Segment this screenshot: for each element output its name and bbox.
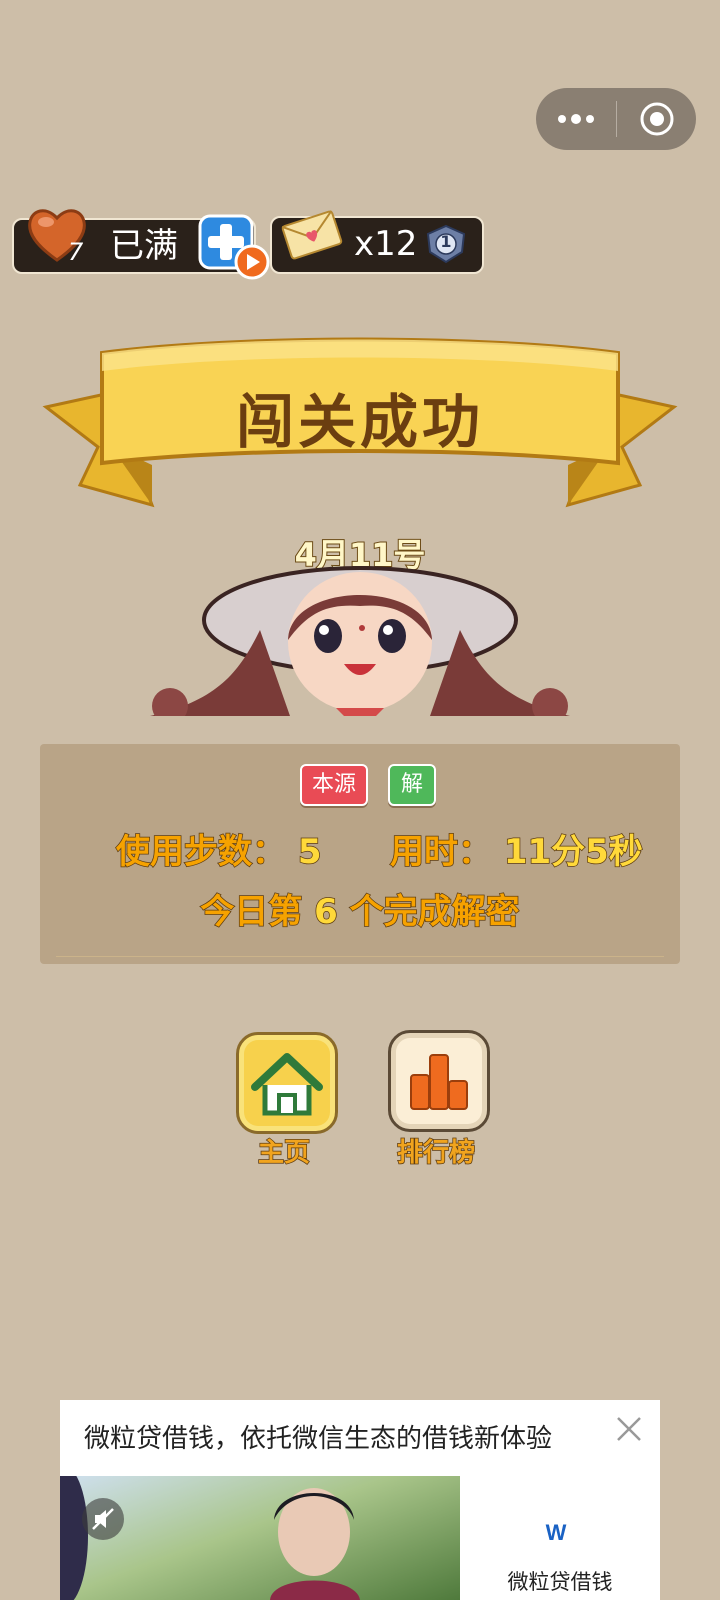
svg-text:W: W xyxy=(546,1520,567,1545)
source-tag[interactable]: 本源 xyxy=(300,764,368,806)
wechat-loan-logo-icon: W xyxy=(546,1520,567,1545)
level-badge: 1 xyxy=(424,224,468,264)
ad-brand-name[interactable]: 微粒贷借钱 xyxy=(470,1566,650,1596)
ad-close-button[interactable] xyxy=(614,1414,644,1444)
time-value: 11分5秒 xyxy=(503,831,643,873)
level-number: 1 xyxy=(440,232,452,251)
today-value: 6 xyxy=(313,891,338,933)
mute-button[interactable] xyxy=(82,1498,124,1540)
time-label: 用时： xyxy=(389,831,493,873)
leaderboard-icon xyxy=(410,1054,468,1110)
envelope-icon xyxy=(281,210,343,260)
ad-title[interactable]: 微粒贷借钱，依托微信生态的借钱新体验 xyxy=(84,1418,552,1455)
close-mini-program-button[interactable] xyxy=(617,88,696,150)
steps-value: 5 xyxy=(297,831,322,873)
mini-program-capsule xyxy=(536,88,696,150)
target-circle-icon xyxy=(640,102,673,136)
girl-character-illustration xyxy=(150,566,570,716)
today-prefix: 今日第 xyxy=(200,891,304,933)
panel-divider xyxy=(56,956,664,957)
more-menu-button[interactable] xyxy=(536,88,616,150)
mute-icon xyxy=(92,1508,114,1530)
solution-tag[interactable]: 解 xyxy=(388,764,436,806)
mail-count: x12 xyxy=(354,224,418,264)
close-icon xyxy=(617,1417,641,1441)
home-label: 主页 xyxy=(257,1137,311,1169)
add-lives-button[interactable] xyxy=(198,214,270,280)
steps-stat: 使用步数： 5 xyxy=(115,824,322,873)
banner-title: 闯关成功 xyxy=(235,388,484,456)
leaderboard-button[interactable] xyxy=(388,1030,490,1132)
ad-banner[interactable]: 微粒贷借钱，依托微信生态的借钱新体验 W 微粒贷借钱 xyxy=(60,1400,660,1600)
today-rank-stat: 今日第 6 个完成解密 xyxy=(40,884,680,933)
time-stat: 用时： 11分5秒 xyxy=(389,824,643,873)
today-suffix: 个完成解密 xyxy=(349,891,521,933)
lives-status-bar: 7 已满 xyxy=(12,209,270,280)
mail-status-bar: x12 1 xyxy=(270,210,484,274)
ad-brand-logo: W xyxy=(538,1516,574,1552)
lives-count: 7 xyxy=(68,238,84,266)
lives-status-text: 已满 xyxy=(110,226,178,266)
leaderboard-label: 排行榜 xyxy=(396,1137,476,1169)
home-button[interactable] xyxy=(236,1032,338,1134)
home-icon xyxy=(251,1053,323,1116)
more-dots-icon xyxy=(558,114,594,124)
plus-video-icon xyxy=(198,214,270,280)
ad-video-image[interactable] xyxy=(60,1476,460,1600)
result-panel: 本源 解 使用步数： 5 用时： 11分5秒 今日第 6 个完成解密 xyxy=(40,744,680,964)
steps-label: 使用步数： xyxy=(115,831,287,873)
